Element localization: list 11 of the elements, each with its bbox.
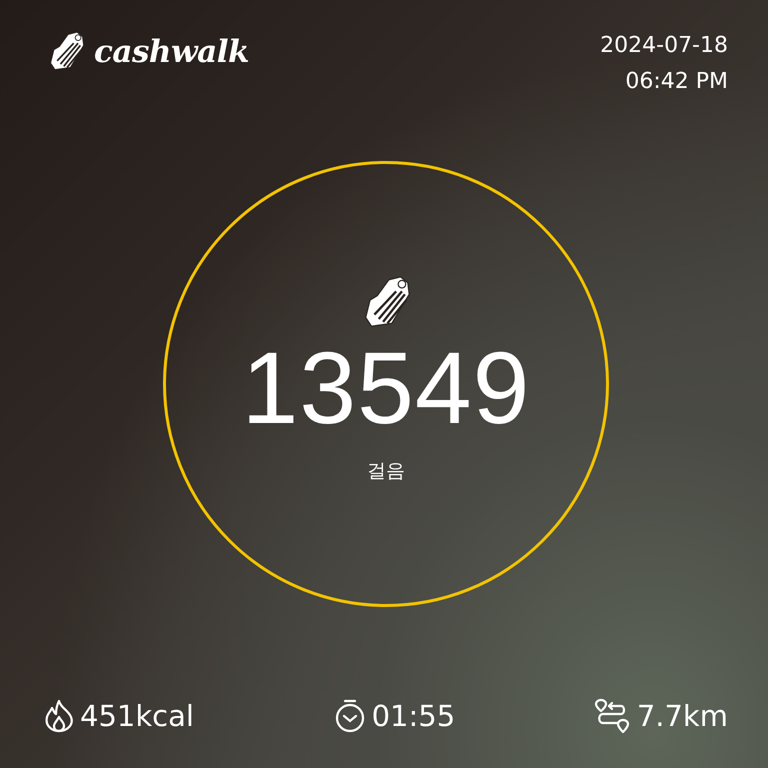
stopwatch-icon: [334, 699, 366, 733]
stat-value: 7.7km: [636, 699, 728, 733]
time-text: 06:42 PM: [625, 68, 728, 96]
date-text: 2024-07-18: [600, 32, 728, 60]
logo-text: cashwalk: [94, 34, 249, 70]
route-icon: [594, 698, 631, 734]
stat-value: 451kcal: [80, 699, 194, 733]
step-count: 13549: [242, 338, 530, 438]
step-label: 걸음: [367, 459, 405, 484]
stat-value: 01:55: [372, 699, 456, 733]
flame-icon: [44, 699, 74, 733]
